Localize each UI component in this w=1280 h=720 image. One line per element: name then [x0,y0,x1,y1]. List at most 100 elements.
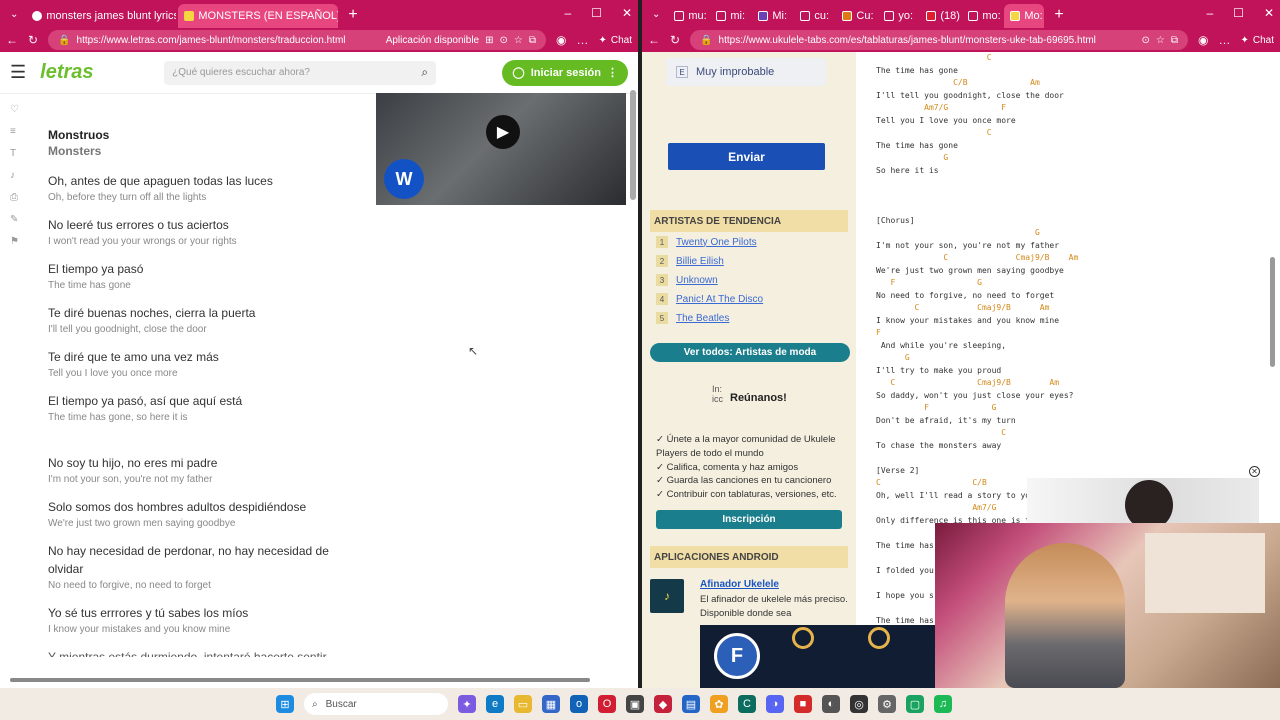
reload-icon[interactable]: ↻ [28,33,38,47]
reader-icon[interactable]: ⊙ [500,35,508,46]
minimize-icon[interactable]: – [564,6,571,20]
close-tab-icon[interactable]: ✕ [833,10,834,23]
maximize-icon[interactable]: ☐ [591,6,602,20]
artist-link[interactable]: Billie Eilish [676,256,724,267]
copilot-chat-button[interactable]: ✦ Chat [1240,35,1274,46]
spotify-icon[interactable]: ♫ [934,695,952,713]
artist-link[interactable]: Twenty One Pilots [676,237,757,248]
playlist-add-icon[interactable]: ≡ [10,126,19,137]
taskbar-search[interactable]: ⌕ Buscar [304,693,448,715]
letras-logo[interactable]: letras [40,61,150,84]
outlook-icon[interactable]: o [570,695,588,713]
tab-lyrics-search[interactable]: monsters james blunt lyrics españ ✕ [26,4,176,28]
app-icon[interactable]: ▤ [682,695,700,713]
folder-icon[interactable]: ▭ [514,695,532,713]
trending-item[interactable]: 2 Billie Eilish [656,255,724,267]
app-icon[interactable]: ✿ [710,695,728,713]
profile-icon[interactable]: ◉ [556,33,566,47]
report-icon[interactable]: ⚑ [10,236,19,247]
see-all-trending-button[interactable]: Ver todos: Artistas de moda [650,343,850,362]
app-available-label[interactable]: Aplicación disponible [386,35,479,46]
favorite-icon[interactable]: ☆ [514,35,523,46]
back-icon[interactable]: ← [648,33,660,47]
close-overlay-icon[interactable]: ✕ [1249,466,1260,477]
browser-tab[interactable]: cu:✕ [794,4,834,28]
app-link[interactable]: Afinador Ukelele [700,579,779,590]
tab-menu-icon[interactable]: ⌄ [4,9,24,20]
copilot-chat-button[interactable]: ✦ Chat [598,35,632,46]
tab-menu-icon[interactable]: ⌄ [646,9,666,20]
windows-start-icon[interactable]: ⊞ [276,695,294,713]
app-icon[interactable]: ◆ [654,695,672,713]
favorite-icon[interactable]: ☆ [1156,35,1165,46]
minimize-icon[interactable]: – [1206,6,1213,20]
profile-icon[interactable]: ◉ [1198,33,1208,47]
horizontal-scrollbar[interactable] [10,678,590,682]
tab-letras[interactable]: MONSTERS (EN ESPAÑOL) - James ✕ [178,4,339,28]
browser-tab[interactable]: Mo:✕ [1004,4,1045,28]
reader-icon[interactable]: ⊙ [1142,35,1150,46]
print-icon[interactable]: ⎙ [10,192,19,203]
signup-button[interactable]: Inscripción [656,510,842,529]
discord-icon[interactable]: ◑ [766,695,784,713]
app-icon[interactable]: ◐ [822,695,840,713]
hamburger-menu-icon[interactable]: ☰ [10,62,26,83]
browser-tab[interactable]: mu:✕ [668,4,708,28]
trending-item[interactable]: 1 Twenty One Pilots [656,236,757,248]
app-icon[interactable]: C [738,695,756,713]
new-tab-icon[interactable]: + [1046,6,1071,24]
url-field[interactable]: 🔒 https://www.letras.com/james-blunt/mon… [48,30,546,50]
submit-button[interactable]: Enviar [668,143,825,170]
close-tab-icon[interactable]: ✕ [749,10,750,23]
more-menu-icon[interactable]: … [1218,33,1230,47]
tuner-app-icon[interactable]: ♪ [650,579,684,613]
store-icon[interactable]: ▦ [542,695,560,713]
copilot-icon[interactable]: ✦ [458,695,476,713]
edge-icon[interactable]: e [486,695,504,713]
vertical-scrollbar[interactable] [630,70,636,670]
obs-icon[interactable]: ◎ [850,695,868,713]
opera-icon[interactable]: O [598,695,616,713]
reload-icon[interactable]: ↻ [670,33,680,47]
app-install-icon[interactable]: ⊞ [485,35,493,46]
collections-icon[interactable]: ⧉ [1171,35,1178,46]
new-tab-icon[interactable]: + [340,6,365,24]
more-options-icon[interactable]: ⋮ [607,66,618,79]
difficulty-option[interactable]: E Muy improbable [666,58,826,86]
artist-link[interactable]: The Beatles [676,313,729,324]
browser-tab[interactable]: Mi:✕ [752,4,792,28]
video-player[interactable]: ▶ W [376,93,626,205]
search-label: Buscar [325,698,357,710]
song-search-input[interactable]: ¿Qué quieres escuchar ahora? ⌕ [164,60,437,85]
close-tab-icon[interactable]: ✕ [917,10,918,23]
browser-tab[interactable]: mi:✕ [710,4,750,28]
close-window-icon[interactable]: ✕ [622,6,632,20]
maximize-icon[interactable]: ☐ [1233,6,1244,20]
login-button[interactable]: ◯ Iniciar sesión ⋮ [502,59,628,86]
close-tab-icon[interactable]: ✕ [791,10,792,23]
trending-item[interactable]: 5 The Beatles [656,312,729,324]
trending-item[interactable]: 4 Panic! At The Disco [656,293,763,305]
more-menu-icon[interactable]: … [576,33,588,47]
artist-link[interactable]: Unknown [676,275,718,286]
browser-tab[interactable]: yo:✕ [878,4,918,28]
heart-icon[interactable]: ♡ [10,104,19,115]
browser-tab[interactable]: Cu: ✕ [836,4,876,28]
search-icon[interactable]: ⌕ [421,65,428,80]
edit-icon[interactable]: ✎ [10,214,19,225]
url-field[interactable]: 🔒 https://www.ukulele-tabs.com/es/tablat… [690,30,1188,50]
back-icon[interactable]: ← [6,33,18,47]
browser-tab[interactable]: mo:✕ [962,4,1002,28]
artist-link[interactable]: Panic! At The Disco [676,294,763,305]
collections-icon[interactable]: ⧉ [529,35,536,46]
app-icon[interactable]: ▢ [906,695,924,713]
play-icon[interactable]: ▶ [486,115,520,149]
close-window-icon[interactable]: ✕ [1264,6,1274,20]
text-size-icon[interactable]: T [10,148,19,159]
app-icon[interactable]: ▣ [626,695,644,713]
app-icon[interactable]: ■ [794,695,812,713]
guitar-icon[interactable]: ♪ [10,170,19,181]
trending-item[interactable]: 3 Unknown [656,274,718,286]
browser-tab[interactable]: (18) ✕ [920,4,960,28]
settings-icon[interactable]: ⚙ [878,695,896,713]
